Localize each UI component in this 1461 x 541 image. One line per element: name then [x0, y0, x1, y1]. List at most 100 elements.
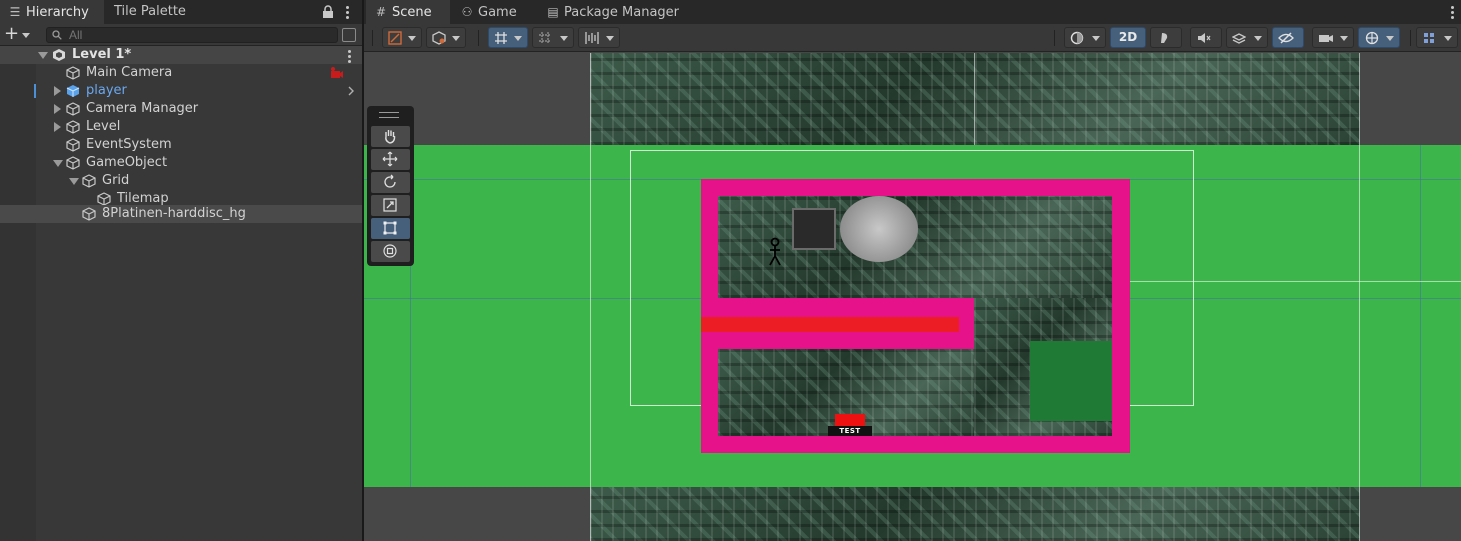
tab-hierarchy[interactable]: ☰ Hierarchy — [0, 0, 104, 24]
gameobject-cube-icon — [66, 156, 80, 170]
grid-snap-icon — [495, 32, 507, 44]
search-icon — [52, 30, 62, 40]
package-icon: ▤ — [547, 5, 559, 19]
tree-row-level[interactable]: Level — [0, 118, 362, 136]
scene-menu-icon[interactable] — [344, 48, 354, 63]
expand-arrow-icon[interactable] — [54, 104, 61, 114]
lighting-toggle-button[interactable] — [1150, 27, 1182, 48]
chevron-down-icon — [1254, 36, 1262, 41]
scene-panel: # Scene ⚇ Game ▤ Package Manager 2D TEST — [364, 0, 1461, 541]
tab-package-manager[interactable]: ▤ Package Manager — [538, 0, 698, 24]
camera-icon — [1319, 35, 1333, 42]
hierarchy-panel: ☰Hierarchy Tile Palette + Level 1* M — [0, 0, 362, 541]
grid-snapping-dropdown[interactable] — [488, 27, 528, 48]
grid-icon: # — [375, 5, 387, 19]
chevron-down-icon — [1386, 36, 1394, 41]
tree-row-main-camera[interactable]: Main Camera — [0, 64, 362, 82]
move-tool-button[interactable] — [371, 149, 410, 170]
align-snap-dropdown[interactable] — [578, 27, 620, 48]
cpu-chip — [792, 208, 836, 250]
effects-dropdown[interactable] — [1226, 27, 1268, 48]
scene-visibility-button[interactable] — [1272, 27, 1304, 48]
transform-icon — [383, 244, 397, 258]
shading-mode-dropdown[interactable] — [426, 27, 466, 48]
tree-row-player[interactable]: player — [0, 82, 362, 100]
gizmos-dropdown[interactable] — [1358, 27, 1400, 48]
transform-tool-button[interactable] — [371, 241, 410, 262]
hierarchy-search-input[interactable] — [46, 27, 338, 43]
panel-menu-icon[interactable] — [342, 4, 352, 20]
overlay-grid-icon — [1424, 33, 1434, 43]
gameobject-cube-icon — [66, 102, 80, 116]
scale-icon — [383, 198, 397, 212]
tree-row-gameobject[interactable]: GameObject — [0, 154, 362, 172]
tree-row-camera-manager[interactable]: Camera Manager — [0, 100, 362, 118]
increment-snap-dropdown[interactable] — [532, 27, 574, 48]
chevron-down-icon — [1092, 36, 1100, 41]
tab-tile-palette[interactable]: Tile Palette — [106, 0, 246, 24]
chevron-down-icon — [452, 36, 460, 41]
sphere-icon — [1070, 31, 1084, 45]
rotate-icon — [384, 174, 396, 188]
draw-mode-dropdown[interactable] — [382, 27, 422, 48]
create-button[interactable]: + — [4, 25, 36, 44]
hierarchy-tabbar: ☰ Hierarchy Tile Palette — [0, 0, 362, 24]
align-icon — [585, 32, 599, 44]
unity-scene-icon — [53, 49, 65, 61]
audio-toggle-button[interactable] — [1190, 27, 1222, 48]
tab-scene[interactable]: # Scene — [366, 0, 450, 24]
tab-hierarchy-label: Hierarchy — [26, 5, 89, 20]
tree-row-eventsystem[interactable]: EventSystem — [0, 136, 362, 154]
chevron-down-icon — [1340, 36, 1348, 41]
toggle-2d-button[interactable]: 2D — [1110, 27, 1146, 48]
chevron-down-icon — [408, 36, 416, 41]
box-icon — [432, 31, 446, 45]
tree-label: player — [86, 83, 127, 98]
expand-arrow-icon[interactable] — [53, 160, 63, 167]
scene-toolbar: 2D — [364, 24, 1461, 52]
lock-icon[interactable] — [322, 5, 334, 19]
lighting-dropdown[interactable] — [1064, 27, 1106, 48]
expand-arrow-icon[interactable] — [69, 178, 79, 185]
expand-arrow-icon[interactable] — [38, 52, 48, 59]
hand-tool-button[interactable] — [371, 126, 410, 147]
tab-package-manager-label: Package Manager — [564, 5, 680, 20]
speaker-muted-icon — [1198, 33, 1211, 43]
hand-icon — [385, 130, 396, 144]
rect-tool-button[interactable] — [371, 218, 410, 239]
drag-handle-icon[interactable] — [379, 112, 399, 118]
toolbar-separator — [1054, 30, 1055, 46]
chevron-right-icon[interactable] — [346, 85, 356, 97]
toolbar-separator — [1410, 30, 1411, 46]
camera-settings-dropdown[interactable] — [1312, 27, 1354, 48]
camera-gizmo-icon — [331, 67, 343, 78]
tree-row-grid[interactable]: Grid — [0, 172, 362, 190]
player-sprite[interactable] — [767, 237, 783, 267]
panel-menu-icon[interactable] — [1447, 4, 1457, 20]
search-by-type-icon[interactable] — [342, 28, 356, 42]
tab-tile-palette-label: Tile Palette — [114, 4, 186, 19]
tree-label: Grid — [102, 173, 130, 188]
scale-tool-button[interactable] — [371, 195, 410, 216]
rotate-tool-button[interactable] — [371, 172, 410, 193]
grid-line — [1420, 145, 1421, 487]
expand-arrow-icon[interactable] — [54, 86, 61, 96]
overlays-dropdown[interactable] — [1416, 27, 1458, 48]
tree-row-harddisc[interactable]: 8Platinen-harddisc_hg — [0, 205, 362, 223]
scene-viewport[interactable]: TEST — [364, 53, 1461, 541]
tree-label: EventSystem — [86, 137, 172, 152]
eye-slash-icon — [1278, 32, 1294, 44]
gamepad-icon: ⚇ — [461, 5, 473, 19]
green-chip — [1030, 341, 1112, 421]
expand-arrow-icon[interactable] — [54, 122, 61, 132]
hazard-bar — [701, 317, 959, 332]
tree-row-scene[interactable]: Level 1* — [0, 46, 362, 64]
tab-game-label: Game — [478, 5, 517, 20]
rect-transform-icon — [383, 221, 397, 235]
gameobject-cube-icon — [66, 138, 80, 152]
tab-game[interactable]: ⚇ Game — [452, 0, 536, 24]
gameobject-cube-icon — [66, 120, 80, 134]
effects-stack-icon — [1232, 33, 1246, 44]
disc-component — [840, 196, 918, 262]
chevron-down-icon — [606, 36, 614, 41]
